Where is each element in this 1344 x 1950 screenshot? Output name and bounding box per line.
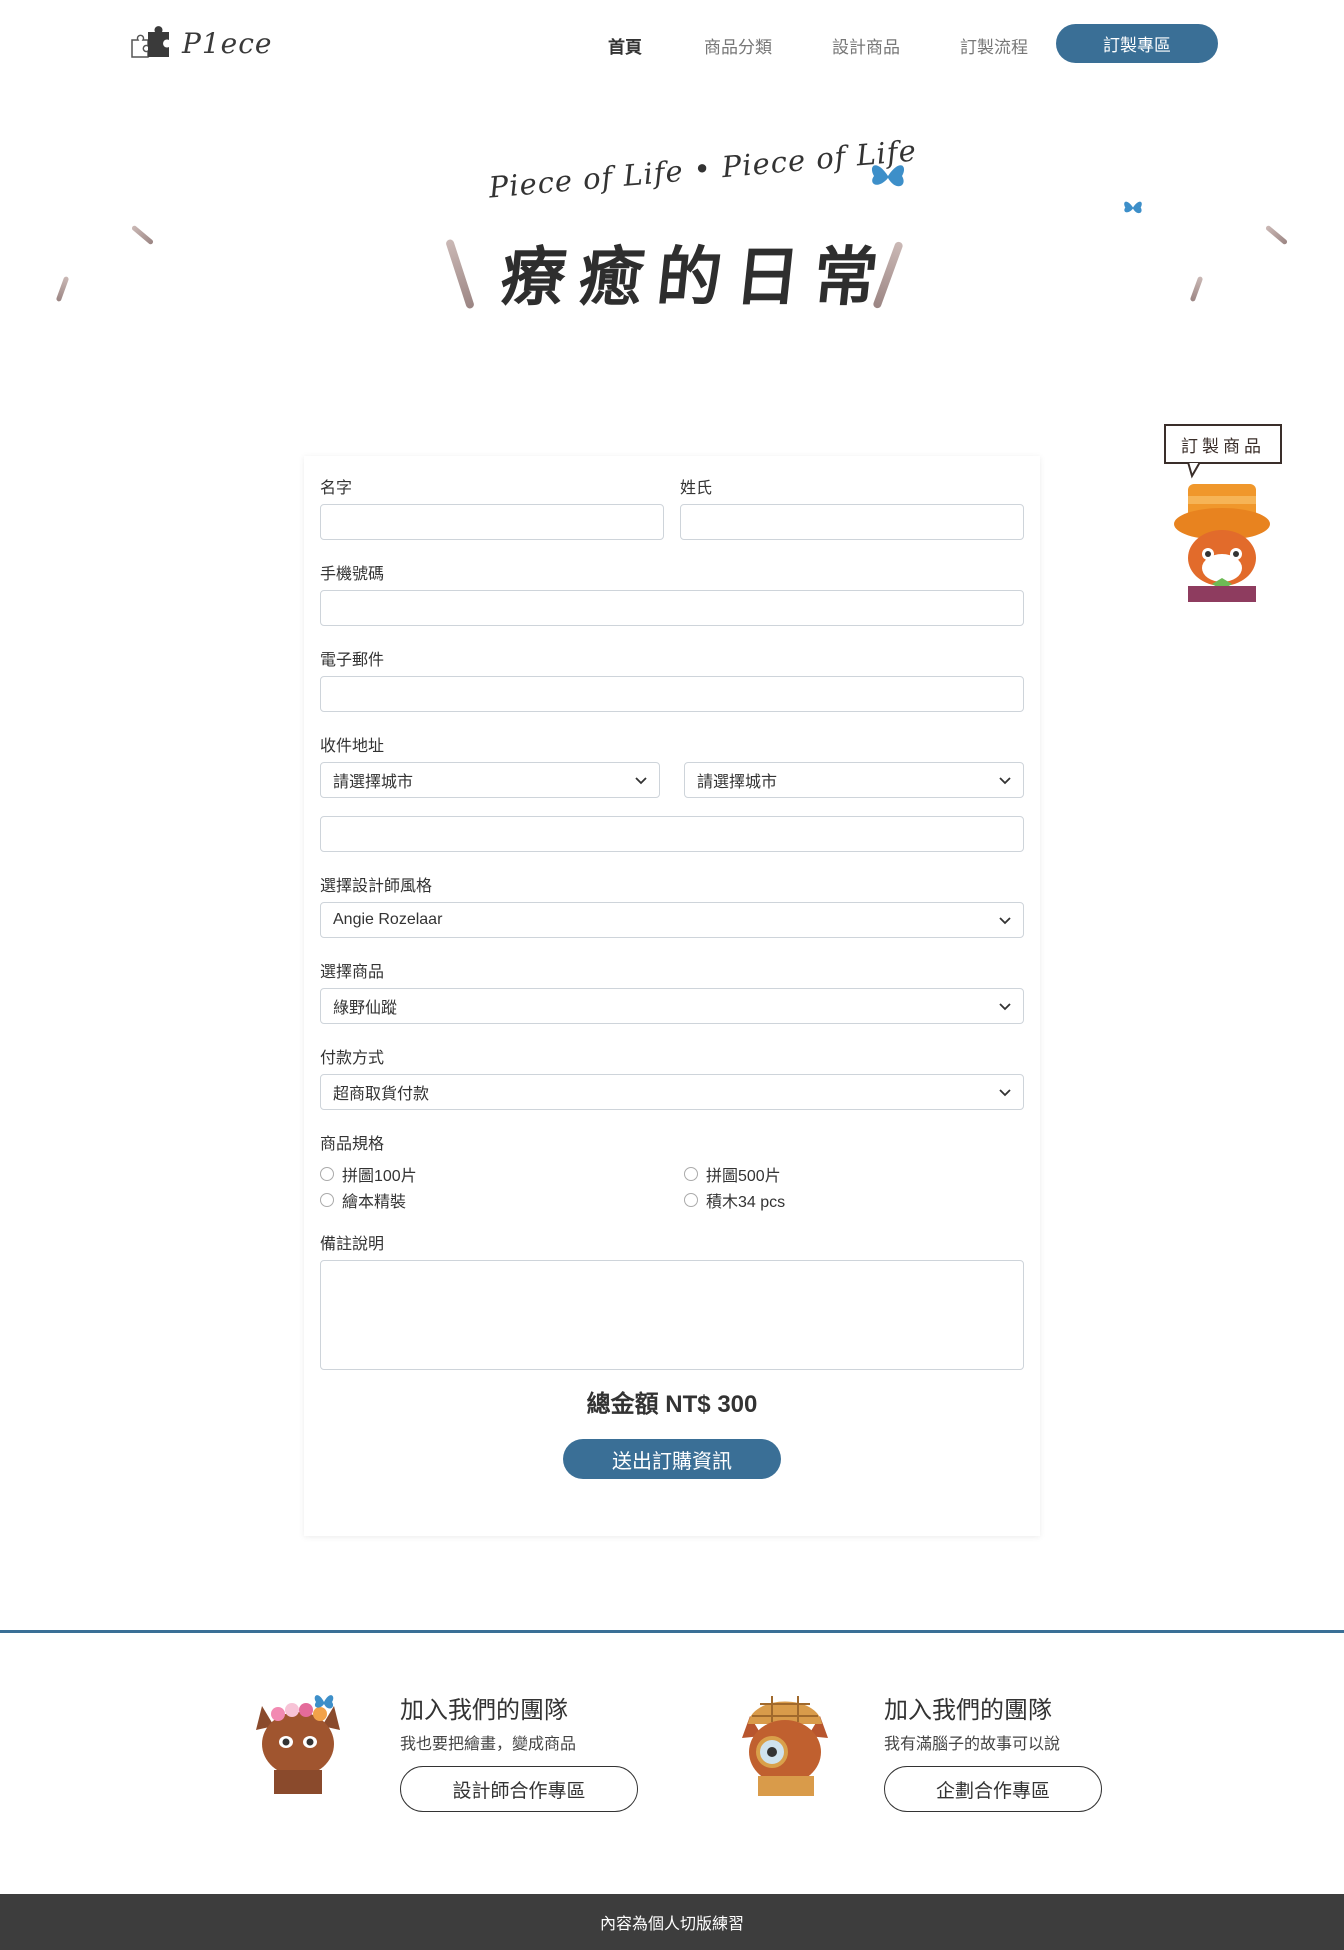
designer-select-value: Angie Rozelaar <box>333 911 443 928</box>
city-select-1-value: 請選擇城市 <box>333 774 414 791</box>
payment-label: 付款方式 <box>320 1050 385 1067</box>
spec-radio-hardcover-book[interactable]: 繪本精裝 <box>320 1188 406 1212</box>
cat-detective-icon <box>742 1696 828 1796</box>
phone-input[interactable] <box>320 590 1024 626</box>
hero-title: 療癒的日常 <box>497 240 896 315</box>
product-select[interactable]: 綠野仙蹤 <box>320 988 1024 1024</box>
designer-select[interactable]: Angie Rozelaar <box>320 902 1024 938</box>
last-name-input[interactable] <box>680 504 1024 540</box>
payment-select-value: 超商取貨付款 <box>333 1086 430 1103</box>
brush-stroke <box>1264 224 1289 246</box>
nav-link-custom-process[interactable]: 訂製流程 <box>960 33 1028 58</box>
email-input[interactable] <box>320 676 1024 712</box>
brush-stroke <box>445 238 475 310</box>
spec-radio-blocks-34[interactable]: 積木34 pcs <box>684 1188 785 1212</box>
order-form: 名字 姓氏 手機號碼 電子郵件 收件地址 請選擇城市 請選擇城市 選擇設計師風格… <box>304 456 1040 1536</box>
address-label: 收件地址 <box>320 738 385 755</box>
city-select-2-value: 請選擇城市 <box>697 774 778 791</box>
planner-partnership-button[interactable]: 企劃合作專區 <box>884 1766 1102 1812</box>
join-designer-desc: 我也要把繪畫，變成商品 <box>400 1736 577 1753</box>
custom-zone-button[interactable]: 訂製專區 <box>1056 24 1218 63</box>
chevron-down-icon <box>999 917 1011 925</box>
chevron-down-icon <box>999 1003 1011 1011</box>
butterfly-icon <box>871 165 905 187</box>
chevron-down-icon <box>999 1089 1011 1097</box>
spec-radio-puzzle-100[interactable]: 拼圖100片 <box>320 1162 417 1186</box>
join-designer-title: 加入我們的團隊 <box>400 1697 568 1724</box>
custom-product-label: 訂製商品 <box>1164 424 1282 464</box>
section-divider <box>0 1630 1344 1633</box>
payment-select[interactable]: 超商取貨付款 <box>320 1074 1024 1110</box>
radio-circle[interactable] <box>320 1193 334 1207</box>
cat-flower-crown-icon <box>256 1695 340 1794</box>
puzzle-logo-icon <box>131 26 169 58</box>
navbar: P1ece 首頁 商品分類 設計商品 訂製流程 訂製專區 <box>0 0 1344 90</box>
nav-link-categories[interactable]: 商品分類 <box>704 33 772 58</box>
spec-option-label: 積木34 pcs <box>706 1194 786 1211</box>
product-label: 選擇商品 <box>320 964 385 981</box>
nav-link-design-products[interactable]: 設計商品 <box>832 33 900 58</box>
radio-circle[interactable] <box>320 1167 334 1181</box>
spec-option-label: 拼圖100片 <box>342 1168 417 1185</box>
logo[interactable]: P1ece <box>128 26 272 60</box>
spec-radio-puzzle-500[interactable]: 拼圖500片 <box>684 1162 781 1186</box>
radio-circle[interactable] <box>684 1193 698 1207</box>
email-label: 電子郵件 <box>320 652 385 669</box>
join-planner-title: 加入我們的團隊 <box>884 1697 1052 1724</box>
designer-label: 選擇設計師風格 <box>320 878 433 895</box>
footer-copyright: 內容為個人切版練習 <box>0 1894 1344 1950</box>
chevron-down-icon <box>635 777 647 785</box>
brush-stroke <box>130 224 155 246</box>
hero-subtitle: Piece of Life • Piece of Life <box>487 133 919 205</box>
last-name-label: 姓氏 <box>680 480 713 497</box>
designer-partnership-button[interactable]: 設計師合作專區 <box>400 1766 638 1812</box>
brush-stroke <box>55 275 70 303</box>
address-input[interactable] <box>320 816 1024 852</box>
butterfly-small-icon <box>1124 201 1142 214</box>
phone-label: 手機號碼 <box>320 566 385 583</box>
first-name-input[interactable] <box>320 504 664 540</box>
city-select-1[interactable]: 請選擇城市 <box>320 762 660 798</box>
note-textarea[interactable] <box>320 1260 1024 1370</box>
join-planner-desc: 我有滿腦子的故事可以說 <box>884 1736 1061 1753</box>
first-name-label: 名字 <box>320 480 353 497</box>
city-select-2[interactable]: 請選擇城市 <box>684 762 1024 798</box>
nav-link-home[interactable]: 首頁 <box>608 33 642 58</box>
spec-label: 商品規格 <box>320 1136 385 1153</box>
brush-stroke <box>1189 275 1204 303</box>
spec-option-label: 拼圖500片 <box>706 1168 781 1185</box>
cat-hat-icon <box>1174 462 1270 602</box>
submit-order-button[interactable]: 送出訂購資訊 <box>563 1439 781 1479</box>
radio-circle[interactable] <box>684 1167 698 1181</box>
order-total: 總金額 NT$ 300 <box>586 1391 758 1418</box>
spec-option-label: 繪本精裝 <box>342 1194 407 1211</box>
chevron-down-icon <box>999 777 1011 785</box>
note-label: 備註說明 <box>320 1236 385 1253</box>
logo-text: P1ece <box>182 26 273 60</box>
product-select-value: 綠野仙蹤 <box>333 1000 398 1017</box>
